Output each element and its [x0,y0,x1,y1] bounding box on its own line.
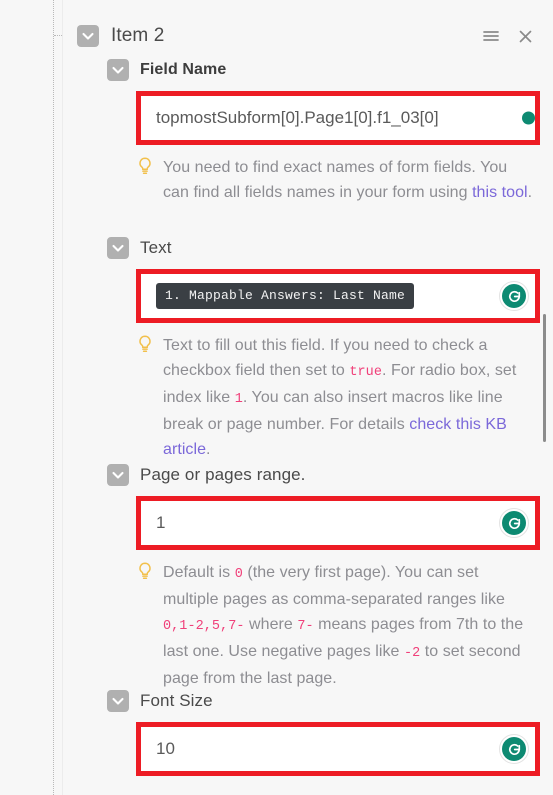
page-range-hint: Default is 0 (the very first page). You … [136,560,536,691]
field-name-collapse-toggle[interactable] [107,59,129,81]
hamburger-menu-icon[interactable] [478,23,504,49]
text-highlight-box: 1. Mappable Answers: Last Name [136,269,540,323]
field-name-highlight-box: topmostSubform[0].Page1[0].f1_03[0] [136,91,540,145]
hint-token: 0,1-2,5,7- [163,619,245,634]
item-collapse-toggle[interactable] [77,25,99,47]
hint-text-run: . [206,441,211,458]
hint-token: 7- [297,619,314,634]
hint-token: -2 [403,646,421,661]
refresh-icon[interactable] [499,508,529,538]
field-name-value: topmostSubform[0].Page1[0].f1_03[0] [156,108,439,127]
refresh-icon-disc [502,511,526,535]
hint-token: true [349,365,382,380]
mapped-token-chip[interactable]: 1. Mappable Answers: Last Name [156,283,415,309]
page-range-hint-text: Default is 0 (the very first page). You … [163,564,523,687]
page-range-highlight-box: 1 [136,496,540,550]
page-range-value: 1 [156,513,166,532]
section-text: Text 1. Mappable Answers: Last Name Text… [63,236,553,462]
refresh-icon-disc [502,737,526,761]
hint-token: 0 [234,567,243,582]
font-size-input[interactable]: 10 [141,727,535,771]
text-label-row: Text [63,236,553,260]
refresh-icon[interactable] [499,734,529,764]
font-size-label: Font Size [140,691,213,710]
panel-header: Item 2 [63,18,553,54]
font-size-highlight-box: 10 [136,722,540,776]
hint-link[interactable]: this tool [472,184,528,201]
page-range-collapse-toggle[interactable] [107,464,129,486]
field-name-hint: You need to find exact names of form fie… [136,155,536,205]
close-icon[interactable] [512,23,538,49]
item-settings-panel: Item 2 Field Name topmostSubform[0].Page… [62,0,553,795]
field-name-hint-text: You need to find exact names of form fie… [163,159,532,201]
hint-text-run: where [244,616,298,633]
lightbulb-icon [138,562,152,588]
lightbulb-icon [138,157,152,183]
vertical-scrollbar-thumb[interactable] [543,314,546,442]
page-range-input[interactable]: 1 [141,501,535,545]
vertical-scrollbar[interactable] [543,0,550,795]
hint-token: 1 [234,392,243,407]
panel-title: Item 2 [111,25,165,46]
lightbulb-icon [138,335,152,361]
hint-text-run: You need to find exact names of form fie… [163,159,508,201]
refresh-icon[interactable] [499,281,529,311]
page-range-label-row: Page or pages range. [63,463,553,487]
font-size-collapse-toggle[interactable] [107,690,129,712]
mapped-token-wrap: 1. Mappable Answers: Last Name [156,283,415,309]
field-name-label: Field Name [140,61,227,78]
text-hint-text: Text to fill out this field. If you need… [163,337,516,458]
settings-panel-screen: Item 2 Field Name topmostSubform[0].Page… [0,0,553,795]
section-page-range: Page or pages range. 1 Default is 0 (the… [63,463,553,691]
page-range-label: Page or pages range. [140,465,306,484]
font-size-label-row: Font Size [63,689,553,713]
field-name-label-row: Field Name [63,58,553,82]
section-field-name: Field Name topmostSubform[0].Page1[0].f1… [63,58,553,205]
refresh-icon-disc [502,284,526,308]
hint-text-run: Default is [163,564,235,581]
tree-rail-vertical [53,0,54,795]
hint-text-run: . [527,184,533,201]
refresh-icon[interactable] [522,111,535,125]
text-hint: Text to fill out this field. If you need… [136,333,536,462]
section-font-size: Font Size 10 [63,689,553,776]
text-collapse-toggle[interactable] [107,237,129,259]
text-label: Text [140,238,172,257]
field-name-input[interactable]: topmostSubform[0].Page1[0].f1_03[0] [141,96,535,140]
font-size-value: 10 [156,739,175,758]
text-input[interactable]: 1. Mappable Answers: Last Name [141,274,535,318]
